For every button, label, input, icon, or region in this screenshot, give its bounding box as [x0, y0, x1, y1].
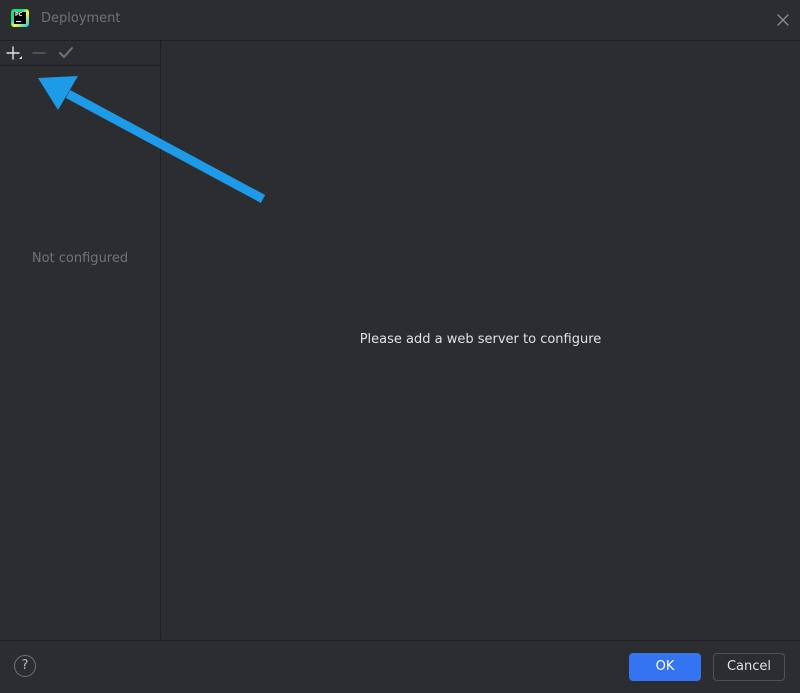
remove-server-button[interactable] — [31, 45, 47, 61]
title-bar: PC Deployment — [0, 0, 800, 41]
close-icon[interactable] — [774, 11, 792, 29]
minus-icon — [32, 52, 46, 54]
not-configured-label: Not configured — [31, 251, 129, 266]
app-icon-text: PC — [15, 12, 23, 18]
server-list-panel: Not configured — [0, 41, 161, 639]
add-server-button[interactable] — [5, 45, 22, 61]
dialog-footer: ? OK Cancel — [0, 640, 800, 693]
ok-button[interactable]: OK — [629, 653, 701, 681]
add-server-placeholder: Please add a web server to configure — [359, 332, 602, 347]
set-default-button[interactable] — [58, 45, 74, 61]
pycharm-app-icon: PC — [11, 9, 29, 27]
cancel-button[interactable]: Cancel — [713, 653, 785, 681]
server-list-toolbar — [0, 41, 160, 66]
plus-icon — [6, 46, 22, 60]
window-title: Deployment — [41, 11, 121, 26]
check-icon — [59, 47, 73, 58]
help-button[interactable]: ? — [14, 655, 36, 677]
configuration-panel: Please add a web server to configure — [161, 41, 800, 639]
